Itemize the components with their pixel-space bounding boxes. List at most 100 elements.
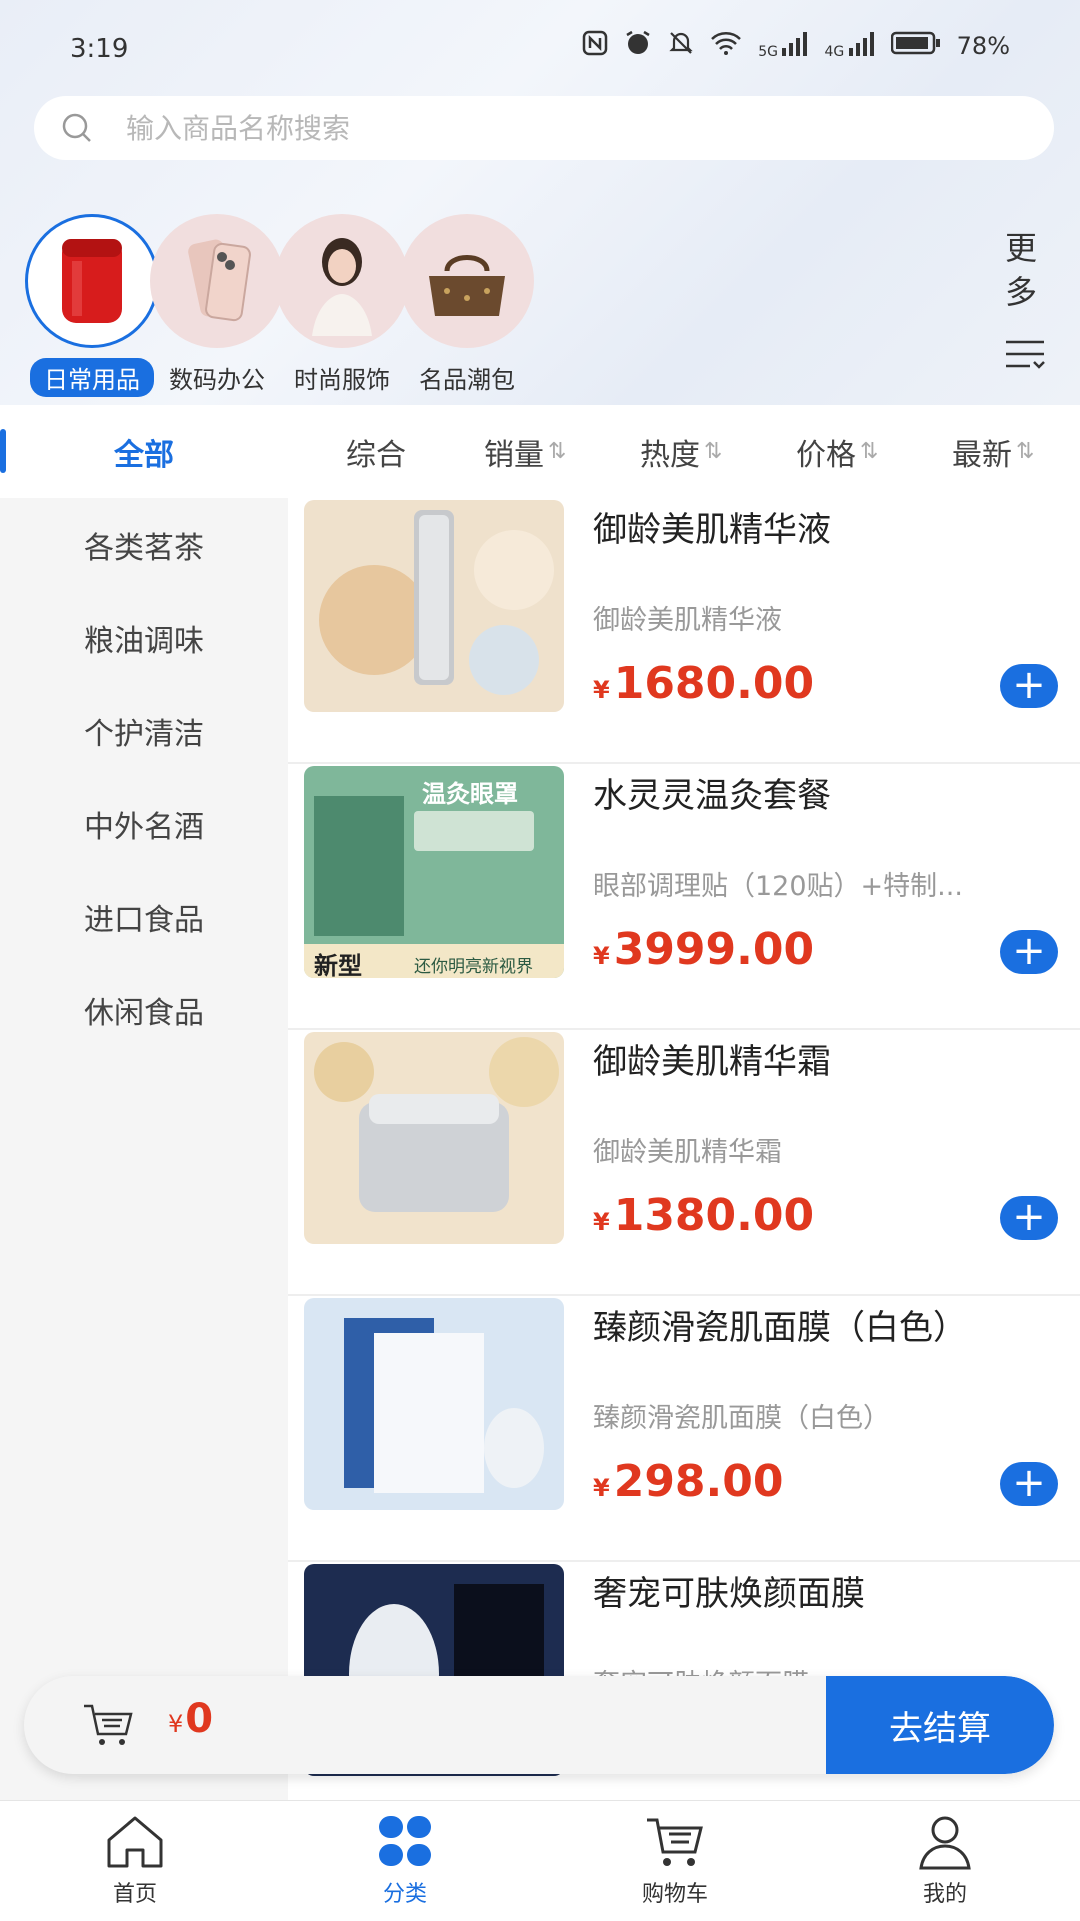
nav-item-grain-oil[interactable]: 粮油调味 [0, 591, 288, 684]
status-bar: 3:19 5G 4G 78% [0, 0, 1080, 100]
nav-item-liquor[interactable]: 中外名酒 [0, 777, 288, 870]
add-to-cart-button[interactable]: + [1000, 1196, 1058, 1240]
currency-symbol: ¥ [593, 1208, 610, 1236]
sort-label: 价格 [796, 437, 856, 473]
signal-4g-icon: 4G [824, 32, 874, 60]
more-categories-button[interactable]: 更 多 [996, 226, 1046, 314]
filter-list-icon[interactable] [1004, 338, 1046, 372]
product-price: ¥298.00 [593, 1456, 784, 1507]
category-luxury-bags[interactable]: 名品潮包 [392, 210, 542, 397]
product-price: ¥1680.00 [593, 658, 814, 709]
product-subtitle: 御龄美肌精华液 [593, 605, 782, 636]
nav-item-personal-care[interactable]: 个护清洁 [0, 684, 288, 777]
more-label-line1: 更 [1004, 229, 1037, 267]
price-value: 1380.00 [613, 1190, 815, 1241]
cart-total: ¥0 [168, 1696, 213, 1742]
category-image-model [275, 214, 409, 348]
sort-arrows-icon: ⇅ [860, 439, 879, 464]
product-image-facial-mask [304, 1298, 564, 1510]
sort-bar: 综合 销量 ⇅ 热度 ⇅ 价格 ⇅ 最新 ⇅ [288, 405, 1080, 498]
sort-label: 热度 [640, 437, 700, 473]
sort-arrows-icon: ⇅ [1016, 439, 1035, 464]
sort-popularity[interactable]: 热度 ⇅ [640, 430, 722, 474]
category-image-phone [150, 214, 284, 348]
signal-5g-label: 5G [758, 44, 778, 60]
tab-label: 购物车 [641, 1882, 708, 1907]
nav-item-snacks[interactable]: 休闲食品 [0, 963, 288, 1056]
sort-comprehensive[interactable]: 综合 [346, 430, 406, 474]
more-label-line2: 多 [1004, 273, 1037, 311]
tab-label: 我的 [922, 1882, 967, 1907]
tab-profile[interactable]: 我的 [810, 1801, 1080, 1921]
alarm-icon [624, 30, 652, 62]
price-value: 3999.00 [613, 924, 815, 975]
bottom-tab-bar: 首页 分类 购物车 我的 [0, 1800, 1080, 1921]
product-title: 御龄美肌精华霜 [593, 1042, 831, 1082]
product-item[interactable]: 御龄美肌精华液 御龄美肌精华液 ¥1680.00 + [288, 498, 1080, 764]
category-label: 数码办公 [169, 366, 265, 394]
home-icon [107, 1816, 163, 1868]
sort-sales[interactable]: 销量 ⇅ [484, 430, 566, 474]
signal-5g-icon: 5G [758, 32, 808, 60]
image-caption-slogan: 还你明亮新视界 [414, 957, 533, 977]
category-label: 名品潮包 [419, 366, 515, 394]
shopping-cart-icon [647, 1818, 703, 1866]
mute-icon [668, 30, 694, 62]
product-image-cream [304, 1032, 564, 1244]
tab-label: 分类 [382, 1882, 427, 1907]
product-subtitle: 眼部调理贴（120贴）+特制... [593, 871, 963, 902]
sort-arrows-icon: ⇅ [548, 439, 567, 464]
signal-4g-label: 4G [824, 44, 845, 60]
cart-icon[interactable] [82, 1702, 134, 1748]
product-title: 奢宠可肤焕颜面膜 [593, 1574, 865, 1614]
category-label: 时尚服饰 [294, 366, 390, 394]
cart-summary-bar: ¥0 去结算 [24, 1676, 1054, 1774]
search-bar[interactable] [34, 96, 1054, 160]
image-caption-new: 新型 [314, 952, 362, 978]
currency-symbol: ¥ [593, 1474, 610, 1502]
status-icons: 5G 4G 78% [582, 30, 1010, 62]
tab-home[interactable]: 首页 [0, 1801, 270, 1921]
product-image-serum [304, 500, 564, 712]
product-title: 御龄美肌精华液 [593, 510, 831, 550]
category-image-bag [400, 214, 534, 348]
left-category-nav: 全部 各类茗茶 粮油调味 个护清洁 中外名酒 进口食品 休闲食品 [0, 405, 288, 1800]
sort-label: 综合 [346, 437, 406, 473]
profile-icon [919, 1816, 971, 1870]
nav-item-imported-food[interactable]: 进口食品 [0, 870, 288, 963]
add-to-cart-button[interactable]: + [1000, 930, 1058, 974]
nav-item-tea[interactable]: 各类茗茶 [0, 498, 288, 591]
search-input[interactable] [124, 110, 1008, 146]
product-price: ¥3999.00 [593, 924, 814, 975]
sort-price[interactable]: 价格 ⇅ [796, 430, 878, 474]
checkout-button[interactable]: 去结算 [826, 1676, 1054, 1774]
product-item[interactable]: 臻颜滑瓷肌面膜（白色） 臻颜滑瓷肌面膜（白色） ¥298.00 + [288, 1296, 1080, 1562]
product-image-eye-mask: 温灸眼罩 新型 还你明亮新视界 [304, 766, 564, 978]
product-title: 臻颜滑瓷肌面膜（白色） [593, 1308, 967, 1348]
price-value: 298.00 [613, 1456, 784, 1507]
currency-symbol: ¥ [593, 676, 610, 704]
nav-item-all[interactable]: 全部 [0, 405, 288, 498]
cart-total-value: 0 [185, 1696, 214, 1742]
sort-label: 销量 [484, 437, 544, 473]
search-icon [62, 113, 91, 142]
add-to-cart-button[interactable]: + [1000, 1462, 1058, 1506]
currency-symbol: ¥ [593, 942, 610, 970]
add-to-cart-button[interactable]: + [1000, 664, 1058, 708]
tab-category[interactable]: 分类 [270, 1801, 540, 1921]
category-image-speaker [25, 214, 159, 348]
product-subtitle: 御龄美肌精华霜 [593, 1137, 782, 1168]
price-value: 1680.00 [613, 658, 815, 709]
tab-cart[interactable]: 购物车 [540, 1801, 810, 1921]
sort-label: 最新 [952, 437, 1012, 473]
product-price: ¥1380.00 [593, 1190, 814, 1241]
sort-newest[interactable]: 最新 ⇅ [952, 430, 1034, 474]
product-title: 水灵灵温灸套餐 [593, 776, 831, 816]
product-item[interactable]: 温灸眼罩 新型 还你明亮新视界 水灵灵温灸套餐 眼部调理贴（120贴）+特制..… [288, 764, 1080, 1030]
image-caption-title: 温灸眼罩 [422, 780, 518, 808]
product-item[interactable]: 御龄美肌精华霜 御龄美肌精华霜 ¥1380.00 + [288, 1030, 1080, 1296]
wifi-icon [710, 31, 742, 61]
category-label: 日常用品 [30, 358, 154, 397]
nfc-icon [582, 30, 608, 62]
category-grid-icon [379, 1816, 431, 1866]
